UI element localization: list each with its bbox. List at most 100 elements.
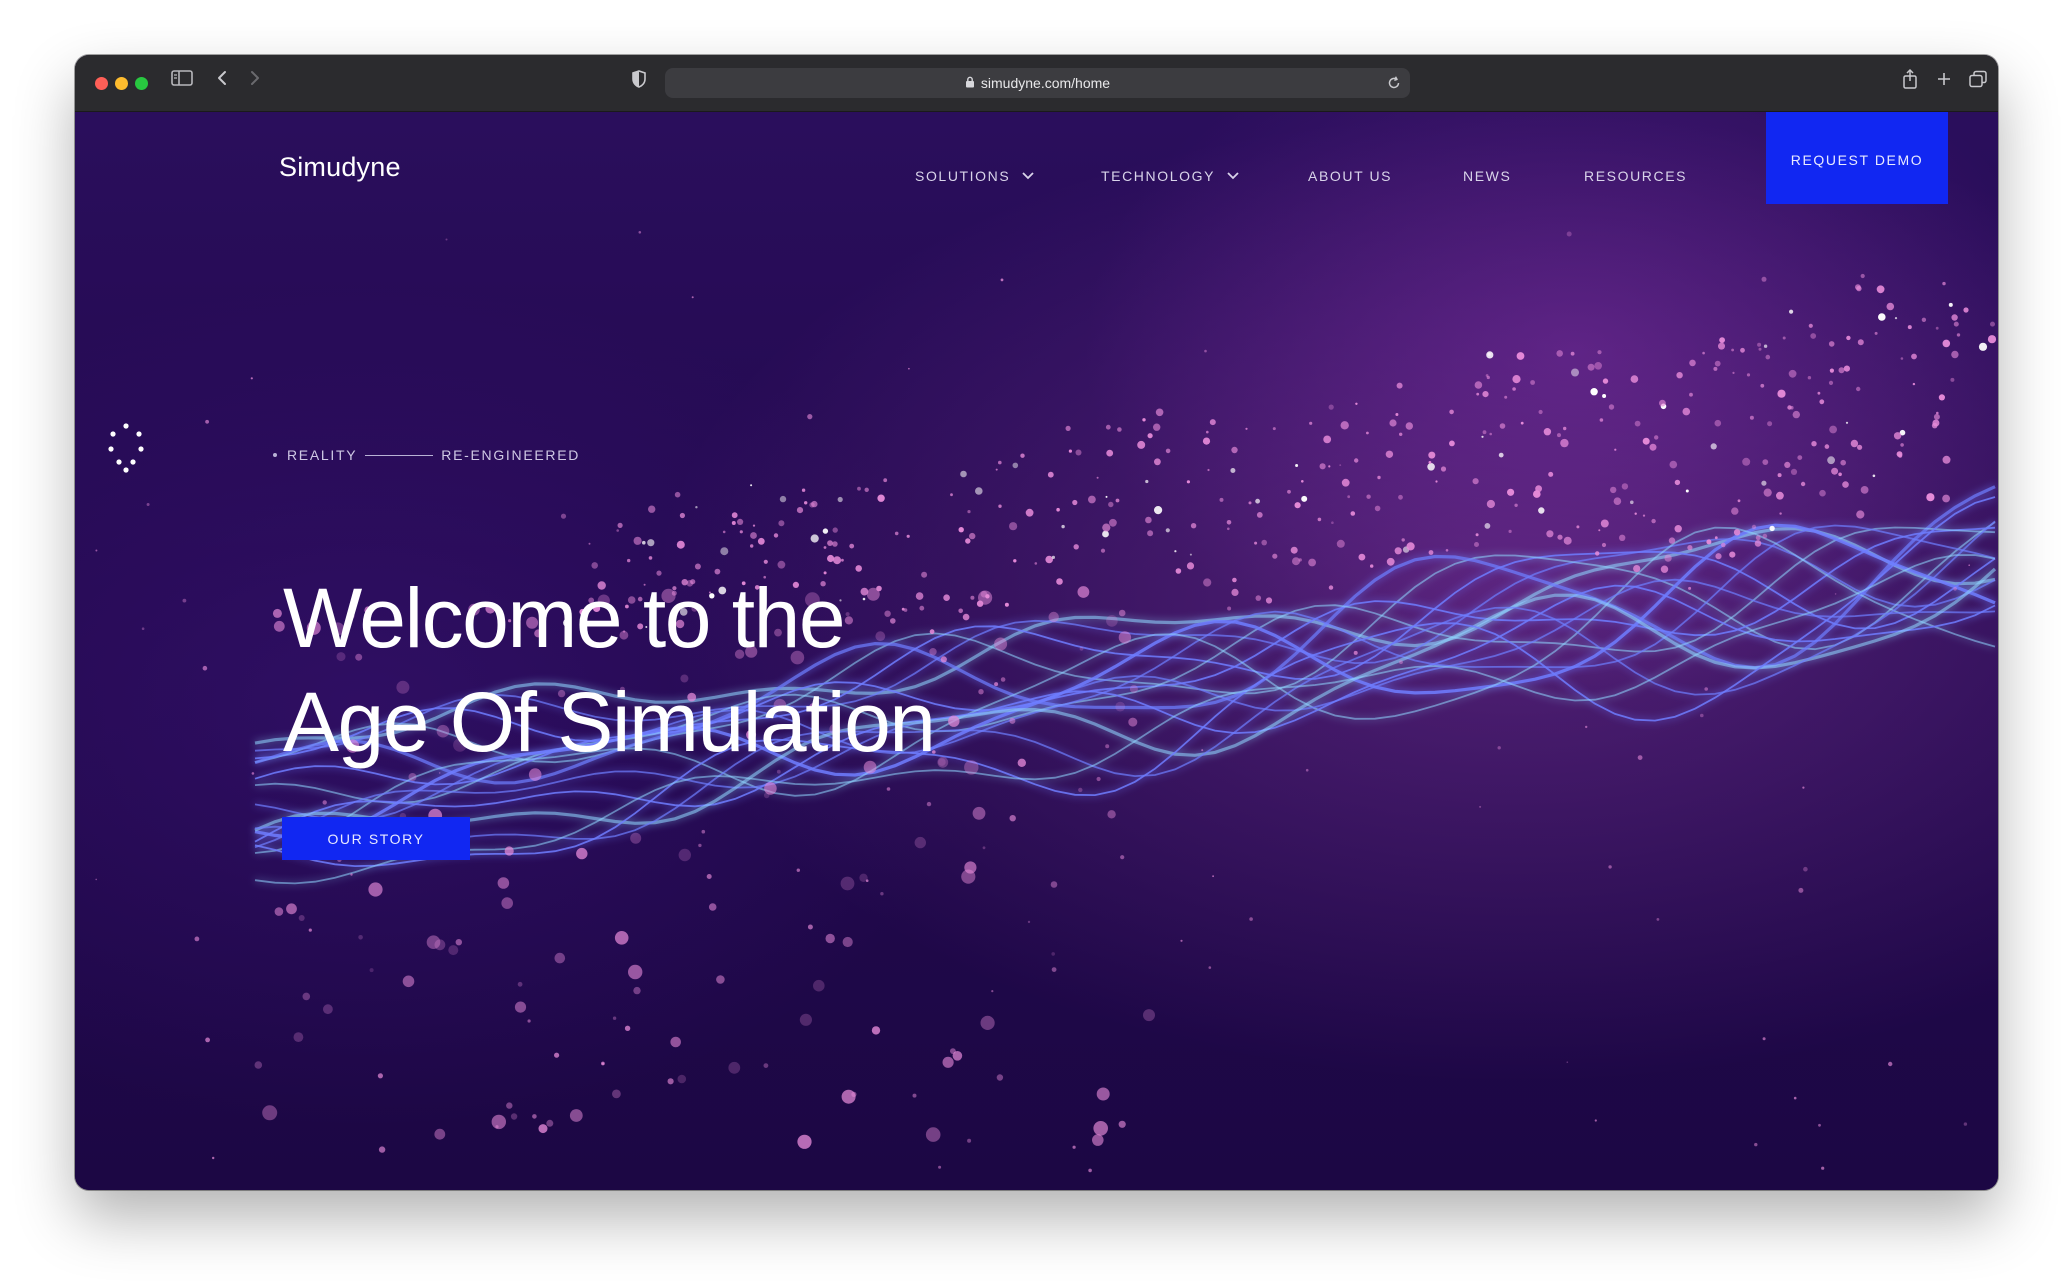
particle bbox=[942, 1056, 954, 1068]
particle bbox=[1668, 537, 1676, 544]
particle bbox=[1912, 382, 1916, 386]
particle bbox=[1435, 480, 1438, 483]
particle bbox=[1811, 441, 1817, 447]
particle bbox=[1898, 453, 1903, 458]
particle bbox=[350, 873, 353, 876]
particle bbox=[1072, 1145, 1076, 1149]
particle bbox=[1394, 547, 1402, 555]
dots-circle-icon[interactable] bbox=[103, 422, 149, 479]
site-logo[interactable]: Simudyne bbox=[279, 152, 401, 183]
particle bbox=[807, 414, 813, 420]
particle bbox=[588, 542, 591, 545]
back-icon[interactable] bbox=[215, 69, 229, 87]
particle bbox=[1147, 530, 1154, 537]
share-icon[interactable] bbox=[1901, 68, 1919, 90]
particle bbox=[1654, 435, 1659, 440]
particle bbox=[448, 945, 459, 956]
sidebar-icon[interactable] bbox=[171, 69, 193, 87]
tagline-left: REALITY bbox=[287, 447, 358, 463]
nav-news[interactable]: NEWS bbox=[1463, 168, 1511, 184]
particle bbox=[849, 543, 855, 549]
particle bbox=[1842, 481, 1849, 488]
particle bbox=[1155, 408, 1164, 417]
particle bbox=[1860, 273, 1865, 279]
particle bbox=[612, 1016, 617, 1020]
chevron-down-icon bbox=[1227, 172, 1239, 180]
particle bbox=[1714, 419, 1722, 427]
particle bbox=[1566, 231, 1572, 237]
particle bbox=[1499, 423, 1506, 429]
particle bbox=[633, 986, 641, 995]
particle bbox=[1301, 495, 1308, 502]
nav-solutions[interactable]: SOLUTIONS bbox=[915, 168, 1034, 184]
particle bbox=[576, 847, 588, 860]
particle bbox=[799, 1013, 813, 1026]
particle bbox=[1630, 375, 1639, 383]
hero-title-line-2: Age Of Simulation bbox=[283, 675, 936, 770]
particle bbox=[1802, 786, 1805, 789]
nav-about-us[interactable]: ABOUT US bbox=[1308, 168, 1392, 184]
new-tab-icon[interactable] bbox=[1935, 70, 1953, 88]
particle bbox=[1009, 522, 1018, 531]
shield-icon[interactable] bbox=[631, 69, 647, 89]
particle bbox=[1776, 491, 1784, 500]
particle bbox=[1598, 529, 1601, 532]
particle bbox=[1428, 461, 1432, 464]
particle bbox=[841, 558, 844, 562]
particle bbox=[679, 512, 686, 519]
particle bbox=[1107, 810, 1116, 819]
minimize-window-button[interactable] bbox=[115, 77, 128, 90]
request-demo-button[interactable]: REQUEST DEMO bbox=[1766, 112, 1948, 204]
nav-technology-label: TECHNOLOGY bbox=[1101, 168, 1216, 184]
particle bbox=[1538, 409, 1543, 415]
tabs-overview-icon[interactable] bbox=[1968, 70, 1988, 88]
particle bbox=[497, 877, 510, 889]
maximize-window-button[interactable] bbox=[135, 77, 148, 90]
particle bbox=[1339, 464, 1342, 466]
particle bbox=[1900, 443, 1904, 447]
particle bbox=[1721, 542, 1726, 548]
particle bbox=[1331, 521, 1334, 524]
particle bbox=[980, 1015, 995, 1030]
particle bbox=[1642, 437, 1650, 445]
tagline-right: RE-ENGINEERED bbox=[441, 447, 581, 463]
particle bbox=[1165, 528, 1170, 533]
particle bbox=[1807, 376, 1812, 380]
particle bbox=[995, 468, 998, 471]
particle bbox=[833, 556, 842, 565]
nav-technology[interactable]: TECHNOLOGY bbox=[1101, 168, 1239, 184]
particle bbox=[1950, 377, 1955, 382]
particle bbox=[1096, 1087, 1110, 1101]
particle bbox=[991, 990, 994, 993]
reload-icon[interactable] bbox=[1386, 75, 1402, 94]
particle bbox=[737, 518, 744, 525]
particle bbox=[554, 1052, 560, 1058]
particle bbox=[1428, 550, 1434, 555]
browser-window: simudyne.com/home Simudyne SOLUTIONS TEC… bbox=[75, 55, 1998, 1190]
particle bbox=[286, 903, 297, 915]
particle bbox=[1856, 386, 1861, 392]
close-window-button[interactable] bbox=[95, 77, 108, 90]
particle bbox=[1845, 421, 1849, 424]
particle bbox=[1808, 323, 1813, 328]
particle bbox=[804, 501, 808, 505]
our-story-button[interactable]: OUR STORY bbox=[282, 817, 470, 860]
particle bbox=[630, 832, 642, 844]
forward-icon[interactable] bbox=[248, 69, 262, 87]
particle bbox=[1953, 321, 1959, 327]
particle bbox=[647, 539, 655, 547]
particle bbox=[1088, 1168, 1092, 1173]
particle bbox=[1755, 535, 1761, 541]
particle bbox=[880, 892, 884, 896]
particle bbox=[1248, 501, 1252, 505]
nav-resources[interactable]: RESOURCES bbox=[1584, 168, 1687, 184]
particle bbox=[1600, 519, 1609, 528]
particle bbox=[1563, 536, 1572, 545]
particle bbox=[1308, 558, 1316, 567]
particle bbox=[1512, 387, 1516, 391]
particle bbox=[1590, 388, 1598, 396]
particle bbox=[998, 460, 1002, 465]
particle bbox=[1440, 466, 1447, 472]
address-bar[interactable]: simudyne.com/home bbox=[665, 68, 1410, 98]
particle bbox=[194, 936, 200, 942]
